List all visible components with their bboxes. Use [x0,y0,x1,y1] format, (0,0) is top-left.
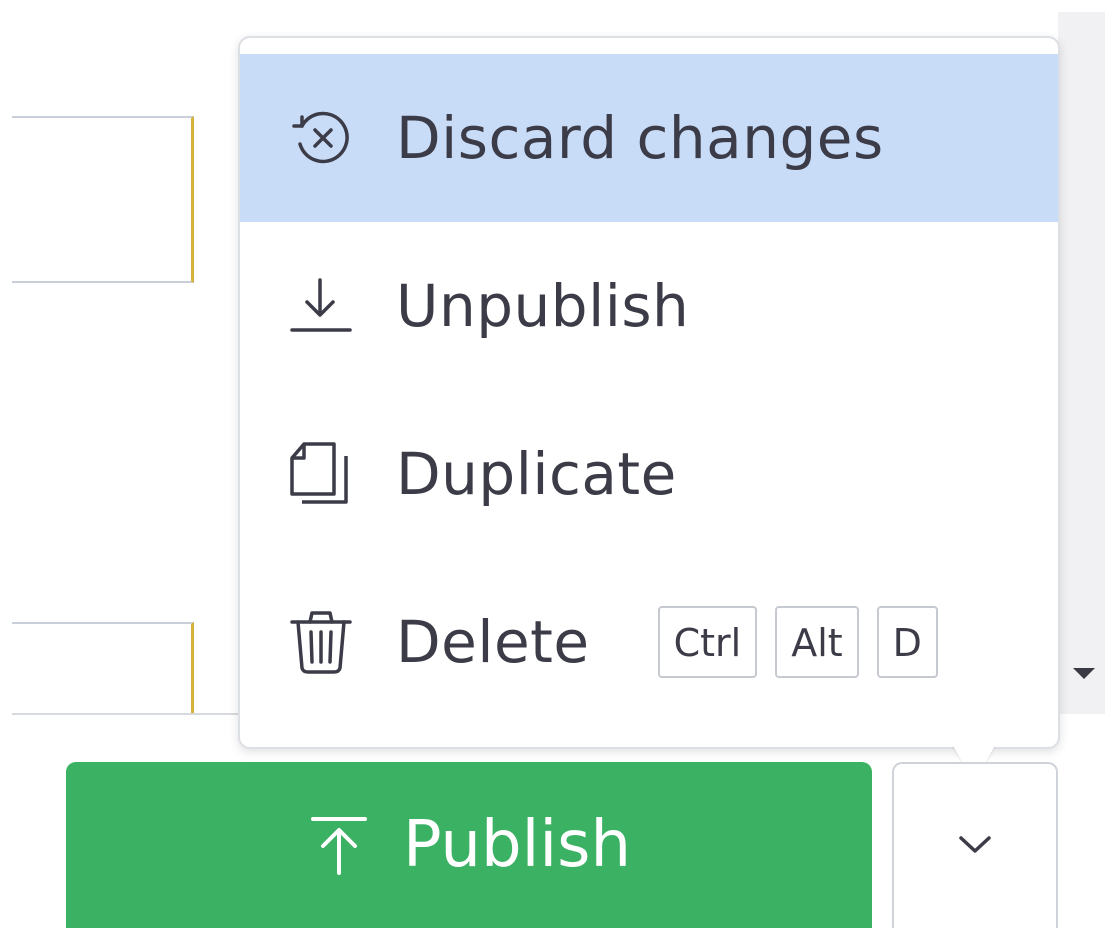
trash-icon [288,608,356,676]
key-alt: Alt [775,606,859,678]
background-field [12,622,194,714]
side-panel-strip [1058,12,1105,714]
menu-item-duplicate[interactable]: Duplicate [240,390,1058,558]
duplicate-icon [288,440,356,508]
keyboard-shortcut: Ctrl Alt D [657,606,938,678]
publish-arrow-icon [307,813,371,877]
key-ctrl: Ctrl [657,606,758,678]
menu-item-unpublish[interactable]: Unpublish [240,222,1058,390]
menu-item-label: Duplicate [396,440,677,508]
key-d: D [876,606,938,678]
menu-item-label: Discard changes [396,104,884,172]
caret-down-icon[interactable] [1073,668,1095,679]
menu-item-label: Delete [396,608,590,676]
menu-item-discard-changes[interactable]: Discard changes [240,54,1058,222]
unpublish-icon [288,272,356,340]
menu-item-label: Unpublish [396,272,690,340]
actions-dropdown-menu: Discard changes Unpublish Duplicate Dele… [238,36,1060,749]
more-actions-toggle[interactable] [892,762,1058,928]
menu-item-delete[interactable]: Delete Ctrl Alt D [240,558,1058,726]
discard-icon [288,104,356,172]
publish-label: Publish [402,808,632,882]
chevron-down-icon [955,832,995,860]
publish-button[interactable]: Publish [66,762,872,928]
background-field [12,116,194,283]
